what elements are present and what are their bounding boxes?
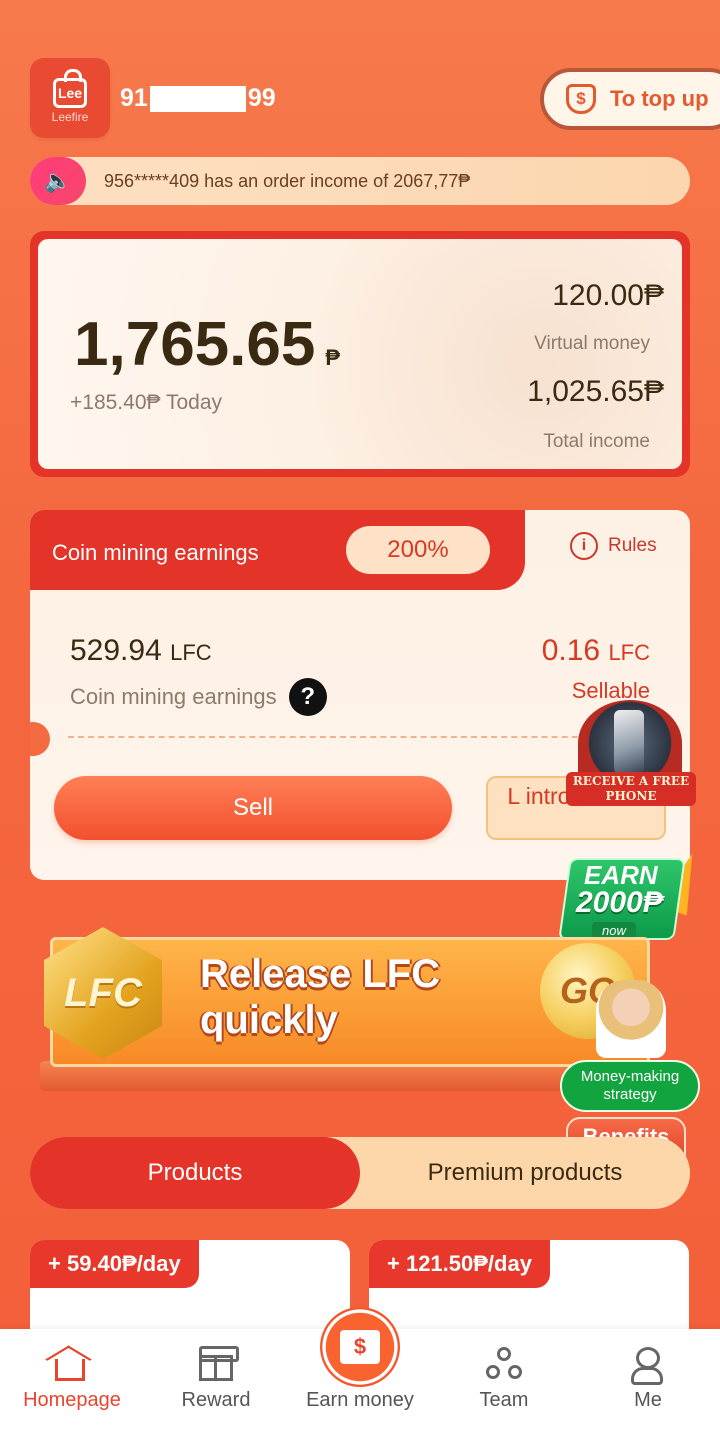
balance-card: 1,765.65 ₱ +185.40₱ Today 120.00₱ Virtual… [30, 231, 690, 477]
mining-earnings-label: Coin mining earnings ? [70, 678, 327, 716]
mining-header: Coin mining earnings 200% [30, 510, 525, 590]
nav-reward[interactable]: Reward [144, 1346, 288, 1412]
balance-amount: 1,765.65 ₱ [74, 309, 340, 380]
help-icon[interactable]: ? [288, 678, 327, 716]
today-income: +185.40₱ Today [70, 391, 222, 414]
money-making-strategy-button[interactable]: Money-making strategy [560, 1060, 700, 1112]
mining-earnings-value: 529.94 LFC [70, 634, 212, 668]
strategy-avatar [596, 980, 666, 1058]
nav-earn-money-label: Earn money [306, 1389, 414, 1411]
nav-homepage[interactable]: Homepage [0, 1347, 144, 1412]
rules-link[interactable]: i Rules [570, 532, 657, 560]
gift-icon [199, 1346, 239, 1381]
mining-earnings-unit: LFC [170, 640, 212, 665]
nav-me[interactable]: Me [576, 1347, 720, 1412]
dollar-bag-icon: $ [340, 1330, 380, 1364]
home-icon [55, 1359, 85, 1381]
tab-products[interactable]: Products [30, 1137, 360, 1209]
dashed-divider [68, 736, 608, 738]
info-icon: i [570, 532, 598, 560]
mining-percent-badge: 200% [346, 526, 490, 574]
mining-title: Coin mining earnings [52, 540, 259, 565]
currency-symbol: ₱ [325, 345, 341, 370]
sell-button[interactable]: Sell [54, 776, 452, 840]
speaker-icon: 🔈 [30, 157, 86, 205]
mining-earnings-label-text: Coin mining earnings [70, 684, 277, 709]
nav-team-label: Team [479, 1389, 529, 1411]
user-icon [631, 1347, 663, 1385]
top-up-button[interactable]: $ To top up [540, 68, 720, 130]
nav-me-label: Me [634, 1389, 662, 1411]
shield-dollar-icon: $ [566, 84, 596, 114]
nav-team[interactable]: Team [432, 1347, 576, 1412]
daily-income-tag: + 59.40₱/day [30, 1240, 199, 1288]
tab-premium-products[interactable]: Premium products [360, 1137, 690, 1209]
phone-suffix: 99 [247, 84, 276, 112]
rules-label: Rules [608, 535, 657, 556]
team-icon [486, 1347, 522, 1381]
card-notch [30, 722, 50, 756]
release-lfc-banner[interactable]: LFC Release LFC quickly GO [30, 915, 650, 1105]
app-logo: Lee Leefire [30, 58, 110, 138]
logo-subtitle: Leefire [51, 110, 89, 124]
logo-text: Lee [57, 85, 83, 101]
daily-income-tag: + 121.50₱/day [369, 1240, 550, 1288]
balance-value: 1,765.65 [74, 310, 316, 379]
top-up-label: To top up [610, 86, 709, 111]
nav-homepage-label: Homepage [23, 1389, 121, 1411]
lfc-coin-text: LFC [64, 970, 142, 1015]
account-phone: 91 99 [120, 84, 276, 113]
phone-mask [149, 85, 246, 112]
earn-money-fab[interactable]: $ [320, 1307, 400, 1387]
virtual-money-label: Virtual money [534, 333, 650, 354]
banner-title: Release LFC quickly [200, 952, 441, 1042]
notice-bar: 🔈 956*****409 has an order income of 206… [30, 157, 690, 205]
total-income-label: Total income [543, 431, 650, 452]
product-tabs: Products Premium products [30, 1137, 690, 1209]
bag-icon: Lee [53, 69, 87, 108]
total-income-value: 1,025.65₱ [527, 375, 664, 408]
mining-earnings-number: 529.94 [70, 634, 162, 667]
nav-reward-label: Reward [181, 1389, 251, 1411]
sellable-unit: LFC [608, 640, 650, 665]
phone-prefix: 91 [120, 84, 148, 112]
free-phone-badge[interactable]: RECEIVE A FREE PHONE [566, 700, 696, 808]
sellable-number: 0.16 [541, 634, 601, 667]
sellable-value: 0.16 LFC [542, 634, 650, 668]
mining-card: Coin mining earnings 200% i Rules 529.94… [30, 510, 690, 880]
notice-text: 956*****409 has an order income of 2067,… [104, 170, 471, 191]
free-phone-label: RECEIVE A FREE PHONE [566, 772, 696, 806]
virtual-money-value: 120.00₱ [552, 279, 664, 312]
